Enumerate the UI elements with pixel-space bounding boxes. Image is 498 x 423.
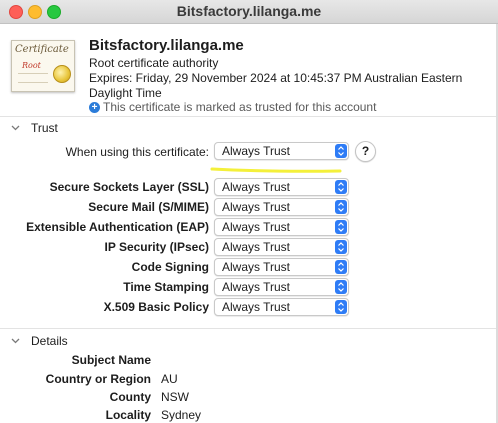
trust-row-label: Secure Sockets Layer (SSL): [49, 180, 209, 194]
detail-label: County: [109, 390, 151, 404]
details-section-toggle[interactable]: Details: [11, 334, 68, 348]
certificate-icon: Certificate Root: [11, 40, 75, 92]
subject-name-heading: Subject Name: [71, 353, 151, 367]
popup-stepper-icon: [335, 144, 347, 158]
trust-row-value: Always Trust: [222, 260, 291, 274]
x509-trust-popup[interactable]: Always Trust: [214, 298, 349, 316]
popup-stepper-icon: [335, 220, 347, 234]
time-stamping-trust-popup[interactable]: Always Trust: [214, 278, 349, 296]
trust-row-value: Always Trust: [222, 280, 291, 294]
detail-label: Country or Region: [45, 372, 151, 386]
title-bar[interactable]: Bitsfactory.lilanga.me: [0, 0, 498, 24]
ssl-trust-popup[interactable]: Always Trust: [214, 178, 349, 196]
when-using-value: Always Trust: [222, 144, 291, 158]
detail-value: NSW: [161, 390, 189, 404]
highlight-stroke: [210, 167, 342, 173]
popup-stepper-icon: [335, 280, 347, 294]
seal-icon: [53, 65, 71, 83]
trust-row-label: Time Stamping: [123, 280, 209, 294]
trust-row-value: Always Trust: [222, 220, 291, 234]
trust-row-value: Always Trust: [222, 200, 291, 214]
details-heading: Details: [31, 334, 68, 348]
when-using-popup[interactable]: Always Trust: [214, 142, 349, 160]
popup-stepper-icon: [335, 260, 347, 274]
detail-value: AU: [161, 372, 178, 386]
certificate-name: Bitsfactory.lilanga.me: [89, 37, 244, 54]
certificate-icon-root: Root: [22, 61, 41, 70]
divider: [0, 116, 498, 117]
trust-row-label: Secure Mail (S/MIME): [88, 200, 209, 214]
popup-stepper-icon: [335, 180, 347, 194]
eap-trust-popup[interactable]: Always Trust: [214, 218, 349, 236]
smime-trust-popup[interactable]: Always Trust: [214, 198, 349, 216]
popup-stepper-icon: [335, 240, 347, 254]
trust-row-value: Always Trust: [222, 300, 291, 314]
certificate-expiry: Expires: Friday, 29 November 2024 at 10:…: [89, 71, 463, 100]
certificate-window: Bitsfactory.lilanga.me Certificate Root …: [0, 0, 498, 423]
detail-label: Locality: [105, 408, 151, 422]
trust-row-value: Always Trust: [222, 240, 291, 254]
ipsec-trust-popup[interactable]: Always Trust: [214, 238, 349, 256]
help-button[interactable]: ?: [355, 141, 376, 162]
trust-row-label: X.509 Basic Policy: [103, 300, 209, 314]
trust-row-label: Extensible Authentication (EAP): [26, 220, 209, 234]
plus-circle-icon: +: [89, 101, 100, 113]
when-using-label: When using this certificate:: [65, 145, 209, 159]
trust-row-label: Code Signing: [131, 260, 209, 274]
certificate-icon-lines: [18, 73, 48, 83]
trust-row-label: IP Security (IPsec): [104, 240, 210, 254]
trust-heading: Trust: [31, 121, 58, 135]
trust-section-toggle[interactable]: Trust: [11, 121, 58, 135]
trusted-status-text: This certificate is marked as trusted fo…: [103, 100, 377, 114]
trust-row-value: Always Trust: [222, 180, 291, 194]
certificate-icon-word: Certificate: [15, 44, 69, 55]
detail-value: Sydney: [161, 408, 202, 422]
certificate-type: Root certificate authority: [89, 56, 219, 70]
code-signing-trust-popup[interactable]: Always Trust: [214, 258, 349, 276]
trusted-status: + This certificate is marked as trusted …: [89, 100, 376, 114]
popup-stepper-icon: [335, 200, 347, 214]
divider: [0, 328, 498, 329]
chevron-down-icon: [11, 123, 20, 133]
chevron-down-icon: [11, 336, 20, 346]
certificate-content: Certificate Root Bitsfactory.lilanga.me …: [0, 24, 498, 423]
popup-stepper-icon: [335, 300, 347, 314]
window-title: Bitsfactory.lilanga.me: [176, 3, 322, 19]
